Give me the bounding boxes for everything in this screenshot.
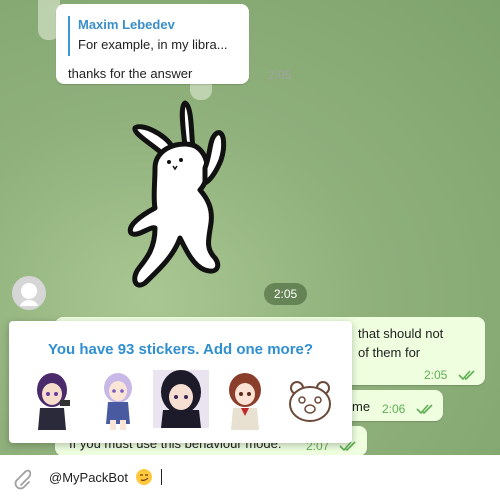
sticker-anime-girl-brown-hair[interactable]: [219, 370, 271, 430]
paperclip-icon[interactable]: [11, 466, 31, 490]
text-caret: [161, 469, 163, 485]
reply-preview: For example, in my libra...: [78, 37, 228, 52]
reply-author[interactable]: Maxim Lebedev: [78, 17, 175, 32]
message-text: me: [352, 399, 371, 414]
message-input-value: @MyPackBot: [49, 470, 128, 485]
sticker-suggestion-panel: You have 93 stickers. Add one more?: [9, 321, 352, 443]
panel-title[interactable]: You have 93 stickers. Add one more?: [9, 341, 352, 358]
message-input-bar: @MyPackBot: [0, 455, 500, 500]
sticker-anime-girl-lilac[interactable]: [92, 370, 144, 430]
avatar[interactable]: [12, 276, 46, 310]
message-time: 2:06: [382, 402, 406, 416]
sticker-anime-girl-black-hair[interactable]: [153, 370, 209, 428]
message-time: 2:05: [268, 68, 292, 82]
sticker-time: 2:05: [264, 283, 307, 305]
message-text-line: of them for: [358, 345, 421, 360]
avatar-image: [20, 283, 38, 306]
double-check-icon: [416, 404, 433, 415]
reply-quote-bar: [68, 16, 70, 56]
smirk-emoji-icon: [135, 469, 152, 485]
rabbit-sticker[interactable]: [125, 98, 240, 298]
message-text-line: that should not: [358, 326, 444, 341]
message-text: thanks for the answer: [68, 66, 193, 81]
double-check-icon: [458, 370, 475, 381]
sticker-anime-girl-purple[interactable]: [26, 370, 78, 430]
incoming-message[interactable]: Maxim Lebedev For example, in my libra..…: [56, 4, 291, 84]
message-time: 2:05: [424, 368, 448, 382]
message-input[interactable]: @MyPackBot: [49, 469, 163, 485]
sticker-cartoon-bear[interactable]: [285, 376, 335, 426]
